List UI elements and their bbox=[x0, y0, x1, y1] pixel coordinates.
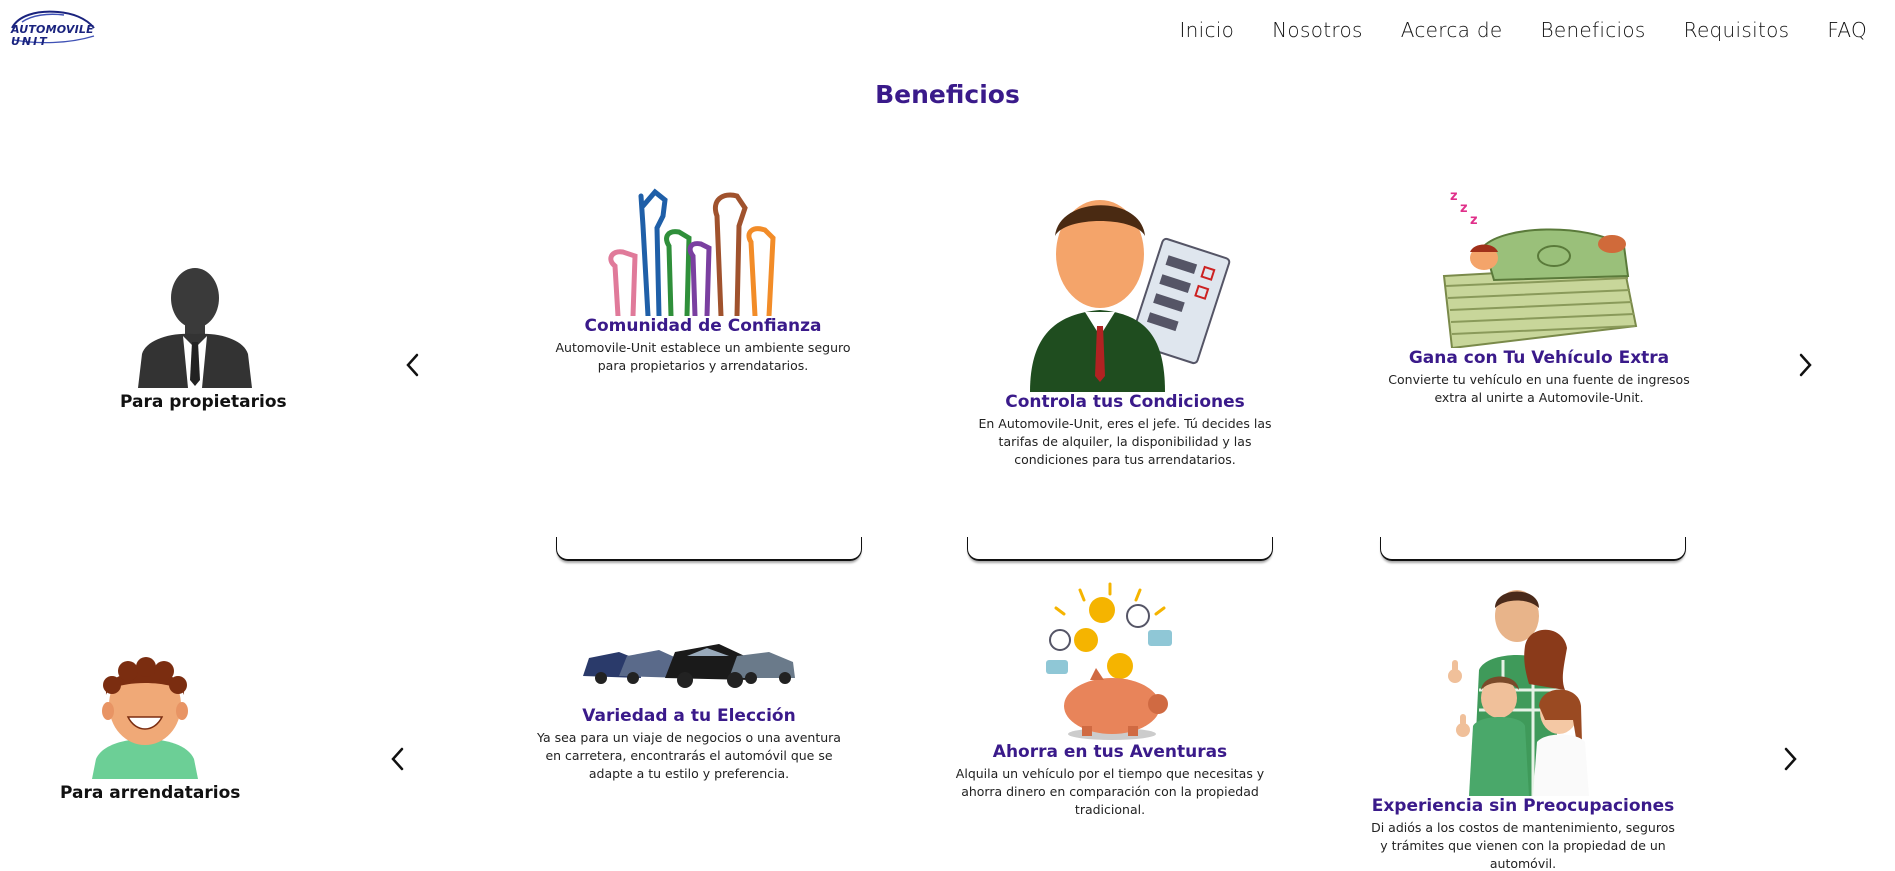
card-description: Automovile-Unit establece un ambiente se… bbox=[555, 340, 851, 373]
owners-label: Para propietarios bbox=[120, 392, 287, 412]
card-bottom-border bbox=[967, 537, 1273, 561]
section-title: Beneficios bbox=[875, 80, 1020, 109]
owners-persona: Para propietarios bbox=[120, 262, 287, 412]
automovile-unit-logo[interactable]: AUTOMOVILE UNIT bbox=[8, 6, 98, 48]
car-lineup-illustration bbox=[583, 644, 795, 688]
benefit-card-ahorra: Ahorra en tus Aventuras Alquila un vehíc… bbox=[955, 580, 1265, 819]
card-description: En Automovile-Unit, eres el jefe. Tú dec… bbox=[978, 416, 1272, 467]
card-description: Di adiós a los costos de mantenimiento, … bbox=[1371, 820, 1675, 871]
renters-next-arrow[interactable] bbox=[1777, 744, 1803, 774]
happy-family-illustration bbox=[1448, 590, 1589, 796]
nav-requisitos[interactable]: Requisitos bbox=[1684, 18, 1790, 42]
raised-fists-illustration bbox=[608, 188, 776, 316]
card-title: Comunidad de Confianza bbox=[584, 316, 822, 336]
card-title: Experiencia sin Preocupaciones bbox=[1371, 796, 1675, 816]
boy-avatar-icon bbox=[92, 657, 198, 779]
card-title: Variedad a tu Elección bbox=[582, 706, 796, 726]
piggy-bank-coins-illustration bbox=[1046, 582, 1172, 740]
card-title: Controla tus Condiciones bbox=[1005, 392, 1245, 412]
card-bottom-border bbox=[1380, 537, 1686, 561]
benefit-card-controla: Controla tus Condiciones En Automovile-U… bbox=[970, 186, 1280, 469]
card-description: Alquila un vehículo por el tiempo que ne… bbox=[955, 766, 1265, 817]
svg-text:z: z bbox=[1450, 189, 1458, 204]
card-title: Ahorra en tus Aventuras bbox=[992, 742, 1228, 762]
benefit-card-variedad: Variedad a tu Elección Ya sea para un vi… bbox=[534, 616, 844, 783]
sleeping-on-money-illustration: z z z bbox=[1442, 189, 1638, 348]
owners-next-arrow[interactable] bbox=[1792, 350, 1818, 380]
chevron-left-icon bbox=[406, 353, 419, 377]
nav-faq[interactable]: FAQ bbox=[1827, 18, 1867, 42]
renters-label: Para arrendatarios bbox=[60, 783, 241, 803]
chevron-left-icon bbox=[391, 747, 404, 771]
owners-prev-arrow[interactable] bbox=[400, 350, 426, 380]
main-nav: Inicio Nosotros Acerca de Beneficios Req… bbox=[1179, 18, 1867, 42]
svg-text:z: z bbox=[1470, 213, 1478, 228]
benefit-card-experiencia: Experiencia sin Preocupaciones Di adiós … bbox=[1368, 580, 1678, 871]
card-description: Ya sea para un viaje de negocios o una a… bbox=[537, 730, 841, 781]
site-header: AUTOMOVILE UNIT Inicio Nosotros Acerca d… bbox=[0, 0, 1895, 60]
card-description: Convierte tu vehículo en una fuente de i… bbox=[1388, 372, 1690, 405]
renters-prev-arrow[interactable] bbox=[385, 744, 411, 774]
nav-acerca-de[interactable]: Acerca de bbox=[1401, 18, 1503, 42]
svg-text:z: z bbox=[1460, 201, 1468, 216]
businessman-silhouette-icon bbox=[138, 268, 252, 388]
renters-persona: Para arrendatarios bbox=[60, 655, 241, 803]
chevron-right-icon bbox=[1799, 353, 1812, 377]
nav-inicio[interactable]: Inicio bbox=[1179, 18, 1234, 42]
benefit-card-gana: z z z Gana con Tu Vehículo Extra Convier… bbox=[1384, 186, 1694, 407]
nav-beneficios[interactable]: Beneficios bbox=[1540, 18, 1645, 42]
nav-nosotros[interactable]: Nosotros bbox=[1272, 18, 1363, 42]
card-bottom-border bbox=[556, 537, 862, 561]
benefit-card-comunidad: Comunidad de Confianza Automovile-Unit e… bbox=[548, 186, 858, 375]
card-title: Gana con Tu Vehículo Extra bbox=[1408, 348, 1670, 368]
businessman-checklist-illustration bbox=[1030, 200, 1231, 392]
chevron-right-icon bbox=[1784, 747, 1797, 771]
logo-text-line2: UNIT bbox=[11, 35, 49, 48]
